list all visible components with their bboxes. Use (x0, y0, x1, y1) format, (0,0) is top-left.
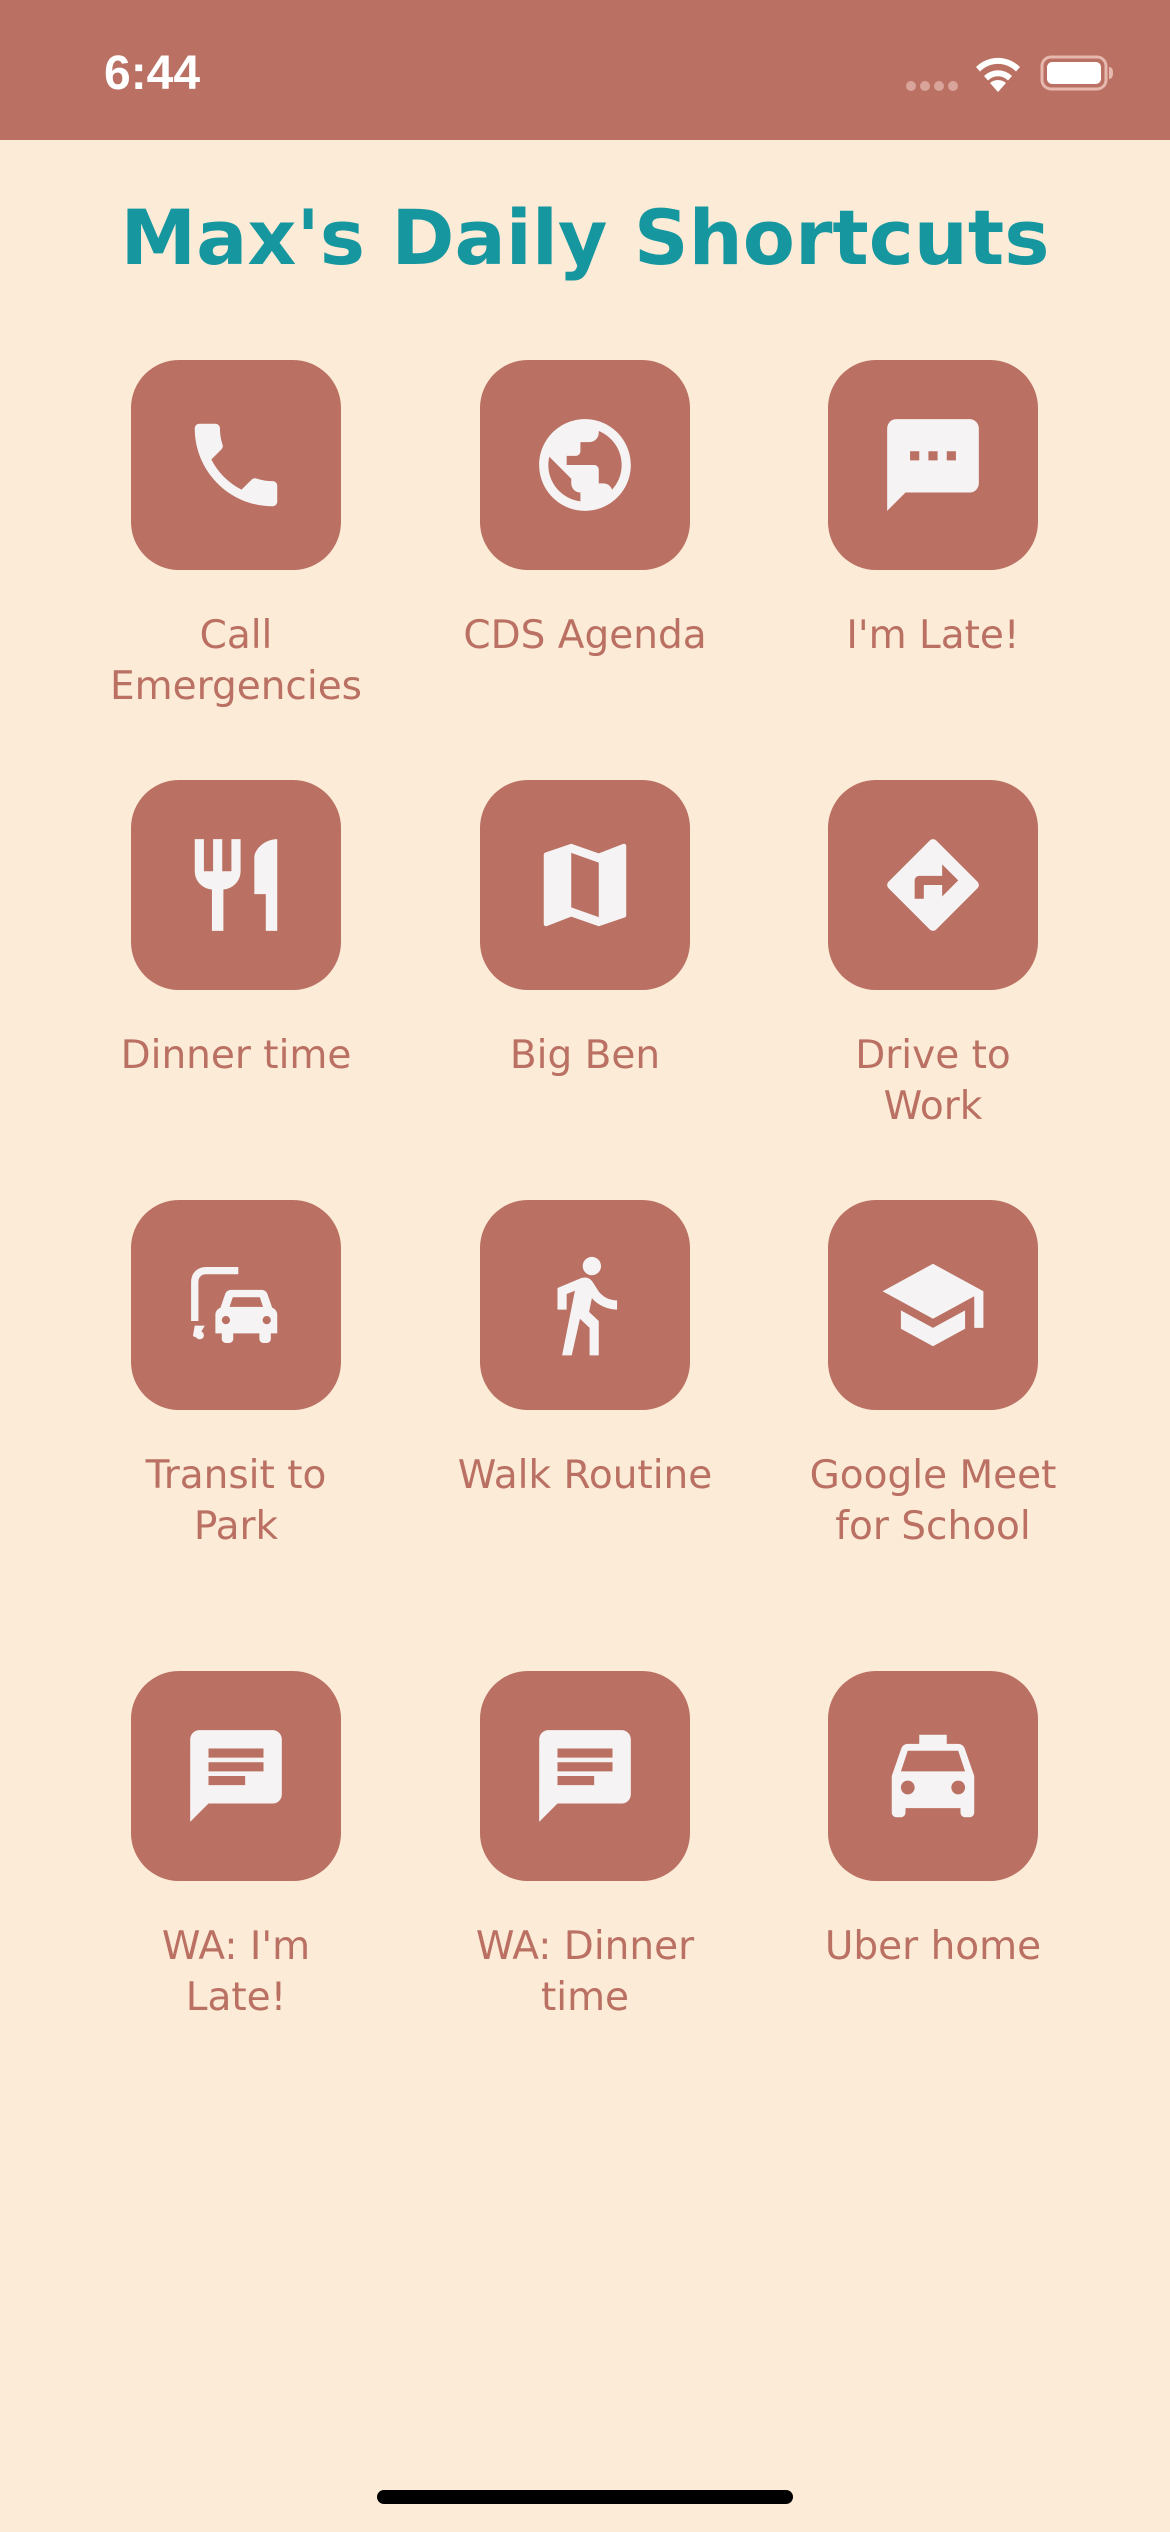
shortcut-label: Walk Routine (457, 1453, 713, 1498)
shortcut-grid: Call Emergencies CDS Agenda I'm Late! Di… (0, 0, 1170, 2532)
shortcut-label: Dinner time (120, 1033, 352, 1078)
shortcut-button[interactable] (828, 360, 1038, 570)
shortcut-label: CDS Agenda (463, 613, 707, 658)
shortcut-label: Drive to Work (855, 1033, 1011, 1129)
chat-bubble-icon (887, 419, 979, 511)
shortcut-button[interactable] (480, 1671, 690, 1881)
message-icon (539, 1730, 631, 1822)
shortcut-label: Transit to Park (145, 1453, 327, 1549)
shortcut-label: I'm Late! (846, 613, 1020, 658)
shortcut-label: Google Meet for School (809, 1453, 1057, 1549)
shortcut-label: WA: I'm Late! (161, 1924, 311, 2020)
shortcut-drive-to-work[interactable]: Drive to Work (803, 780, 1063, 1132)
globe-icon (539, 419, 631, 511)
shortcut-wa-im-late[interactable]: WA: I'm Late! (106, 1671, 366, 2023)
shortcut-im-late[interactable]: I'm Late! (803, 360, 1063, 661)
shortcut-button[interactable] (480, 780, 690, 990)
shortcut-label: Big Ben (509, 1033, 661, 1078)
shortcut-transit-to-park[interactable]: Transit to Park (106, 1200, 366, 1552)
shortcut-dinner-time[interactable]: Dinner time (106, 780, 366, 1081)
shortcut-button[interactable] (480, 360, 690, 570)
taxi-icon (891, 1734, 975, 1818)
shortcut-wa-dinner-time[interactable]: WA: Dinner time (455, 1671, 715, 2023)
shortcut-cds-agenda[interactable]: CDS Agenda (455, 360, 715, 661)
directions-icon (887, 839, 979, 931)
shortcut-button[interactable] (480, 1200, 690, 1410)
shortcut-label: Uber home (824, 1924, 1042, 1969)
shortcut-google-meet-for-school[interactable]: Google Meet for School (803, 1200, 1063, 1552)
shortcut-label: WA: Dinner time (475, 1924, 695, 2020)
shortcut-button[interactable] (131, 360, 341, 570)
school-icon (882, 1263, 984, 1347)
shortcut-call-emergencies[interactable]: Call Emergencies (106, 360, 366, 712)
shortcut-button[interactable] (828, 1200, 1038, 1410)
shortcut-button[interactable] (828, 1671, 1038, 1881)
phone-icon (194, 423, 278, 507)
message-icon (190, 1730, 282, 1822)
shortcut-button[interactable] (131, 1200, 341, 1410)
shortcut-big-ben[interactable]: Big Ben (455, 780, 715, 1081)
walking-icon (557, 1256, 618, 1356)
shortcut-walk-routine[interactable]: Walk Routine (455, 1200, 715, 1501)
shortcut-button[interactable] (131, 780, 341, 990)
home-indicator[interactable] (377, 2490, 793, 2504)
map-icon (543, 843, 627, 927)
shortcut-button[interactable] (131, 1671, 341, 1881)
transit-car-icon (191, 1266, 278, 1344)
shortcut-uber-home[interactable]: Uber home (803, 1671, 1063, 1972)
shortcut-label: Call Emergencies (109, 613, 363, 709)
restaurant-icon (194, 839, 278, 931)
shortcut-button[interactable] (828, 780, 1038, 990)
